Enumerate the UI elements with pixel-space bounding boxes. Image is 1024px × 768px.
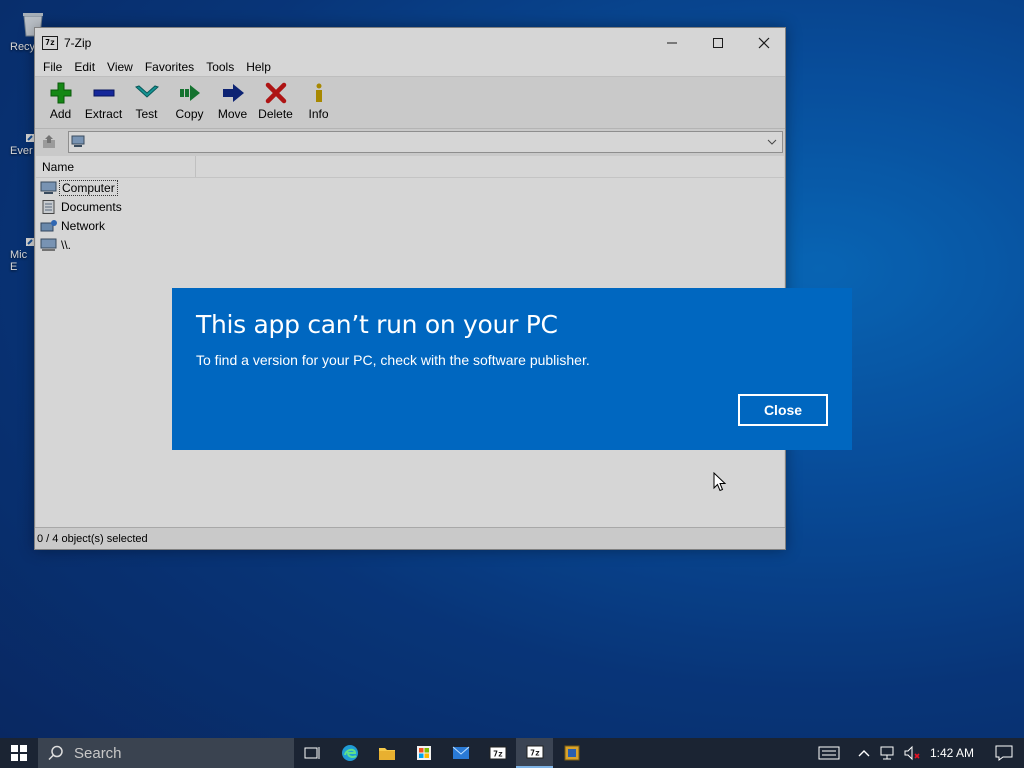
taskbar-7zip-button[interactable]: 7z	[479, 738, 516, 768]
taskbar-clock[interactable]: 1:42 AM	[924, 746, 984, 760]
task-view-button[interactable]	[294, 738, 331, 768]
taskbar: Search 7z 7z 1:42 AM	[0, 738, 1024, 768]
volume-button[interactable]	[900, 738, 924, 768]
search-icon	[48, 745, 63, 761]
action-center-button[interactable]	[984, 738, 1024, 768]
dialog-title: This app can’t run on your PC	[196, 310, 558, 339]
7zip-icon: 7z	[526, 745, 543, 759]
taskbar-store-button[interactable]	[405, 738, 442, 768]
keyboard-icon	[818, 746, 840, 760]
windows-logo-icon	[11, 745, 27, 761]
show-hidden-icons-button[interactable]	[852, 738, 876, 768]
task-view-icon	[304, 747, 319, 759]
svg-text:7z: 7z	[530, 749, 540, 758]
mouse-cursor-icon	[713, 472, 727, 492]
taskbar-7zip-active-button[interactable]: 7z	[516, 738, 553, 768]
network-status-icon	[880, 746, 894, 760]
app-cant-run-dialog: This app can’t run on your PC To find a …	[172, 288, 852, 450]
start-button[interactable]	[0, 738, 38, 768]
7zip-icon: 7z	[489, 746, 506, 760]
dialog-message: To find a version for your PC, check wit…	[196, 352, 590, 368]
svg-text:7z: 7z	[493, 750, 503, 759]
taskbar-setup-button[interactable]	[553, 738, 590, 768]
taskbar-search-box[interactable]: Search	[38, 738, 294, 768]
notification-icon	[995, 745, 1013, 761]
installer-icon	[564, 745, 579, 761]
dialog-close-button[interactable]: Close	[738, 394, 828, 426]
chevron-up-icon	[858, 750, 870, 757]
edge-icon	[341, 745, 358, 761]
volume-muted-icon	[904, 745, 920, 761]
taskbar-mail-button[interactable]	[442, 738, 479, 768]
taskbar-file-explorer-button[interactable]	[368, 738, 405, 768]
taskbar-edge-button[interactable]	[331, 738, 368, 768]
mail-icon	[452, 746, 469, 759]
touch-keyboard-button[interactable]	[812, 738, 846, 768]
system-tray: 1:42 AM	[812, 738, 1024, 768]
folder-icon	[378, 748, 395, 760]
network-status-button[interactable]	[876, 738, 900, 768]
store-icon	[416, 746, 431, 760]
search-placeholder: Search	[74, 744, 122, 762]
